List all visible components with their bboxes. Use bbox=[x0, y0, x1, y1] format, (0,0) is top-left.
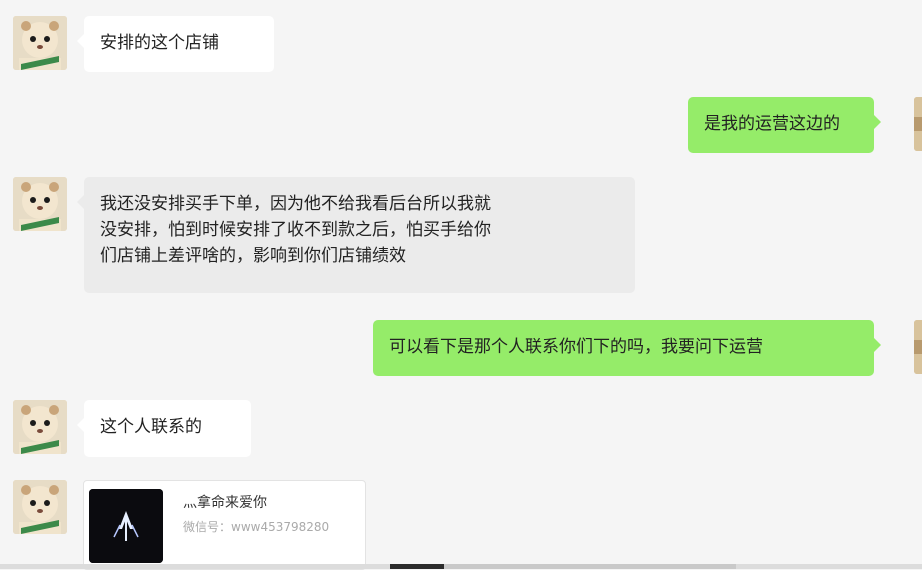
cat-avatar-icon bbox=[13, 16, 67, 70]
angel-figure-icon bbox=[89, 489, 163, 563]
contact-card-name: 灬拿命来爱你 bbox=[183, 495, 267, 511]
message-text: 是我的运营这边的 bbox=[704, 114, 840, 134]
message-text: 可以看下是那个人联系你们下的吗，我要问下运营 bbox=[389, 337, 763, 357]
message-bubble[interactable]: 安排的这个店铺 bbox=[77, 16, 274, 72]
contact-card-avatar bbox=[89, 489, 163, 563]
message-bubble[interactable]: 这个人联系的 bbox=[77, 400, 251, 457]
contact-card[interactable]: 灬拿命来爱你 微信号：www453798280 bbox=[83, 480, 366, 570]
cat-avatar-icon bbox=[13, 400, 67, 454]
scrollbar-thumb[interactable] bbox=[390, 564, 444, 569]
horizontal-scrollbar[interactable] bbox=[0, 564, 922, 569]
message-text-line: 我还没安排买手下单，因为他不给我看后台所以我就 bbox=[100, 194, 491, 214]
avatar[interactable] bbox=[914, 97, 922, 151]
cat-avatar-icon bbox=[13, 177, 67, 231]
message-text: 安排的这个店铺 bbox=[100, 33, 219, 53]
contact-card-wechat-id: 微信号：www453798280 bbox=[183, 520, 330, 534]
avatar[interactable] bbox=[13, 16, 67, 70]
self-avatar-icon bbox=[914, 320, 922, 374]
scrollbar-track bbox=[444, 564, 736, 569]
message-bubble[interactable]: 可以看下是那个人联系你们下的吗，我要问下运营 bbox=[373, 320, 881, 376]
avatar[interactable] bbox=[914, 320, 922, 374]
avatar[interactable] bbox=[13, 480, 67, 534]
message-bubble[interactable]: 我还没安排买手下单，因为他不给我看后台所以我就 没安排，怕到时候安排了收不到款之… bbox=[77, 177, 635, 293]
self-avatar-icon bbox=[914, 97, 922, 151]
message-text: 这个人联系的 bbox=[100, 417, 202, 437]
message-text-line: 没安排，怕到时候安排了收不到款之后，怕买手给你 bbox=[100, 220, 491, 240]
message-text-line: 们店铺上差评啥的，影响到你们店铺绩效 bbox=[100, 246, 406, 266]
message-bubble[interactable]: 是我的运营这边的 bbox=[688, 97, 881, 153]
cat-avatar-icon bbox=[13, 480, 67, 534]
avatar[interactable] bbox=[13, 177, 67, 231]
avatar[interactable] bbox=[13, 400, 67, 454]
